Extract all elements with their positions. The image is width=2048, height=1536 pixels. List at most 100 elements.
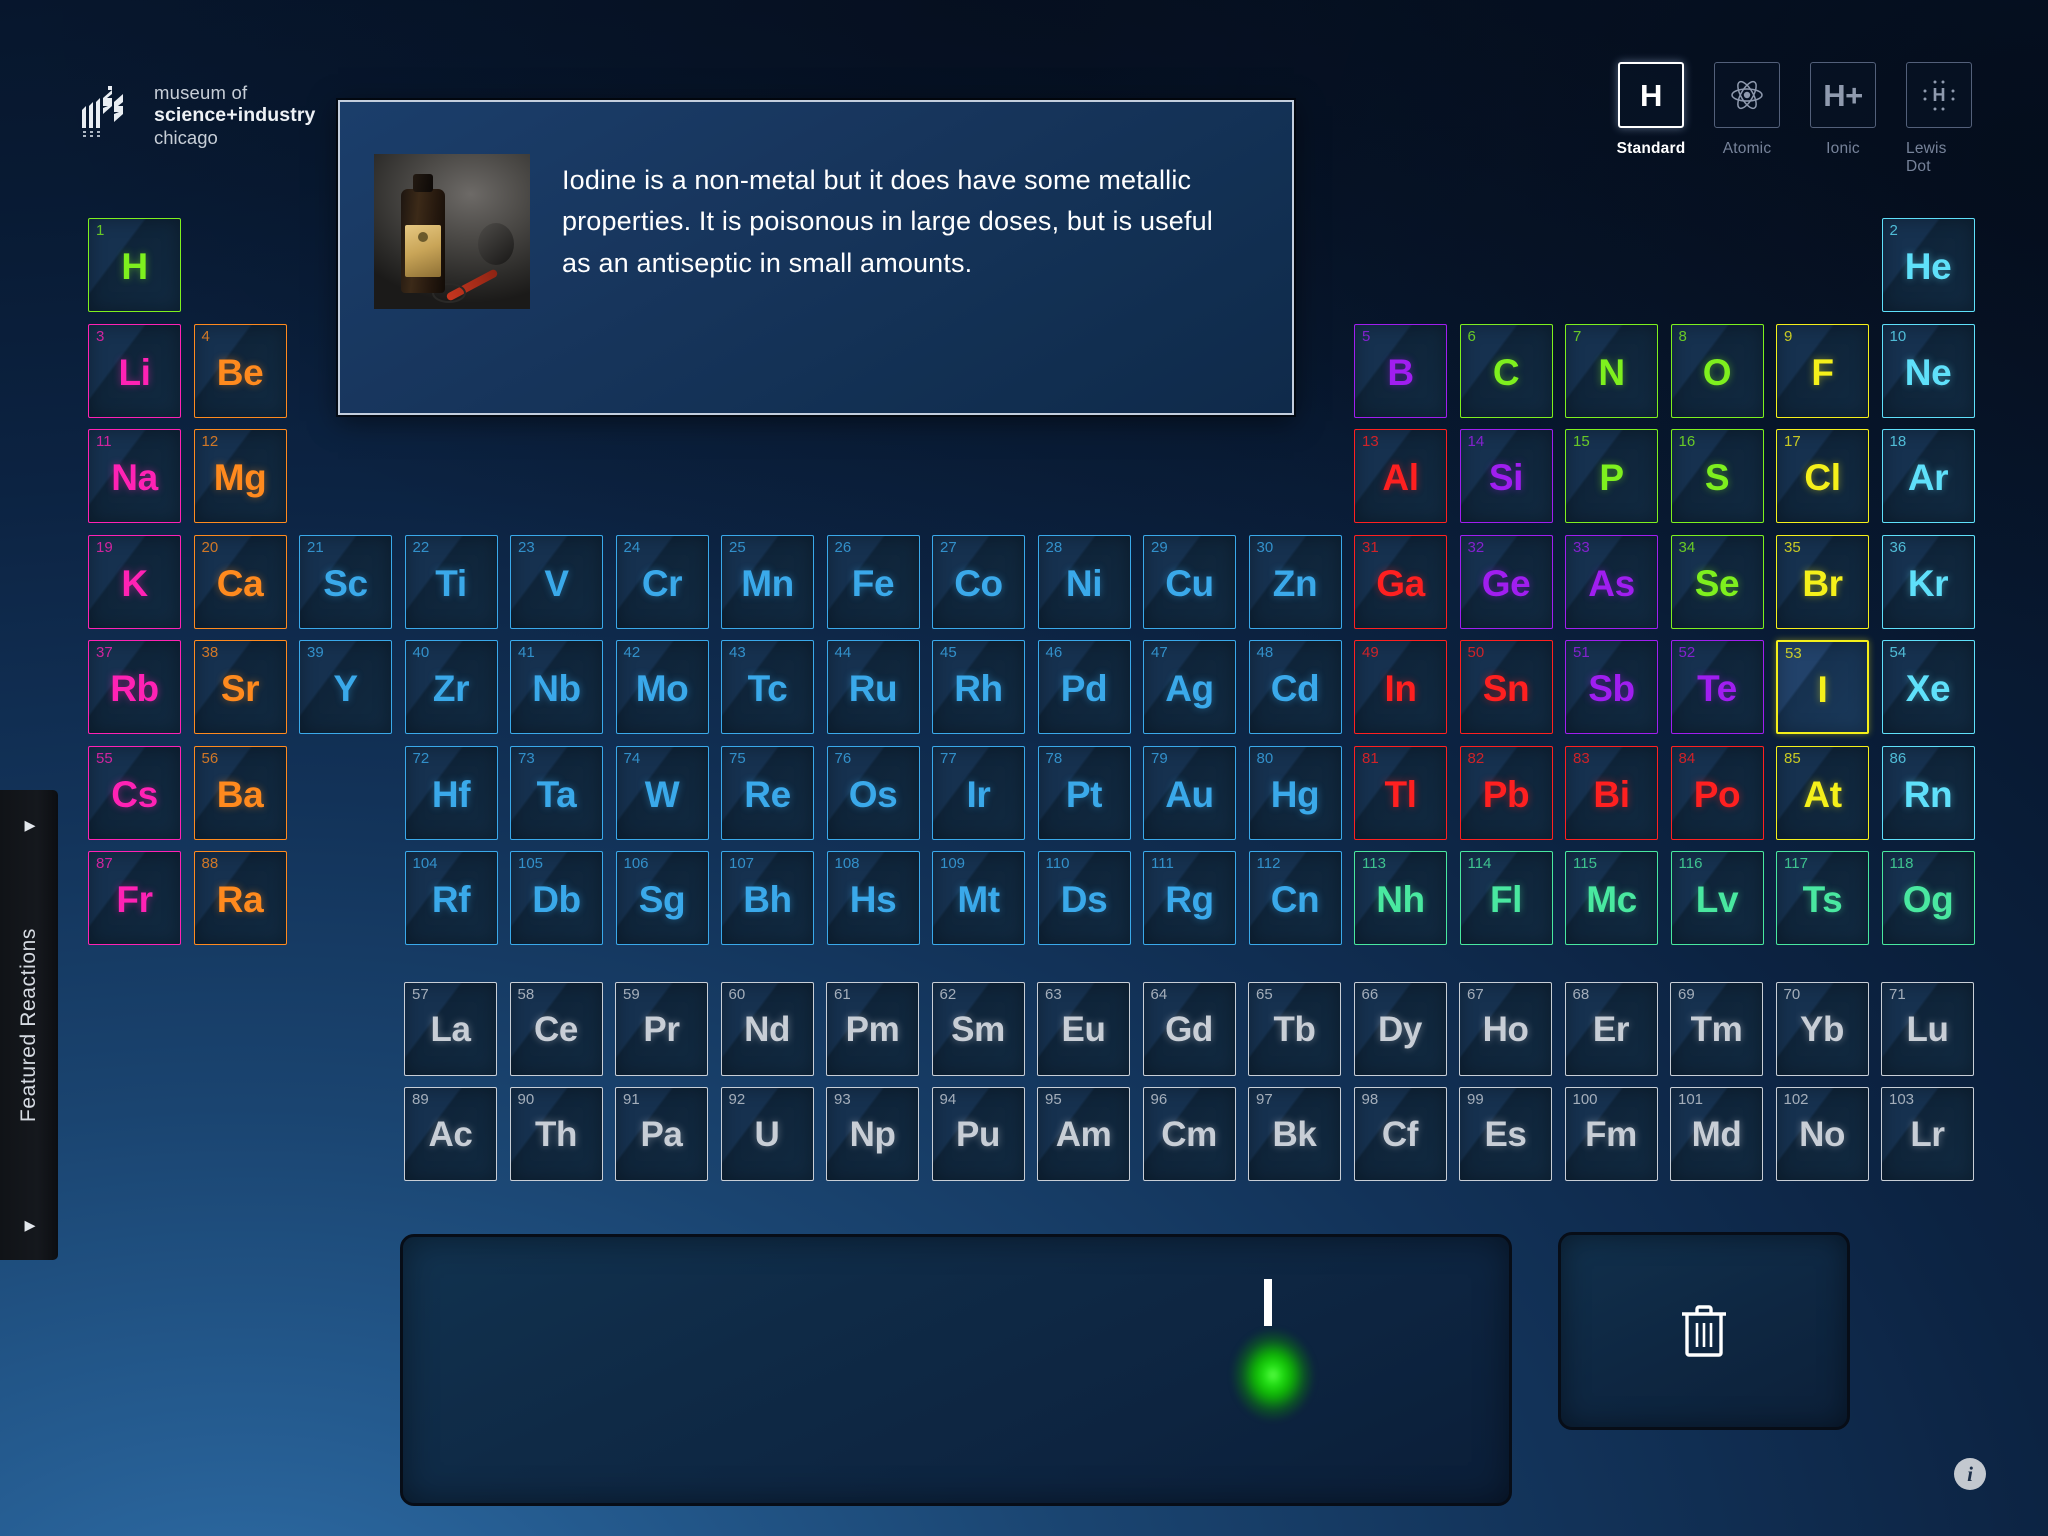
element-cell-Si[interactable]: 14 Si: [1459, 429, 1553, 523]
element-cell-Pt[interactable]: 78 Pt: [1037, 745, 1131, 840]
element-cell-No[interactable]: 102 No: [1775, 1087, 1869, 1181]
element-cell-Nd[interactable]: 60 Nd: [720, 982, 814, 1076]
element-cell-Mt[interactable]: 109 Mt: [932, 851, 1025, 945]
element-cell-Yb[interactable]: 70 Yb: [1775, 982, 1869, 1076]
element-cell-Pm[interactable]: 61 Pm: [826, 982, 919, 1076]
element-cell-Ce[interactable]: 58 Ce: [509, 982, 603, 1076]
element-cell-Zr[interactable]: 40 Zr: [404, 640, 498, 734]
element-cell-Kr[interactable]: 36 Kr: [1881, 534, 1975, 629]
element-cell-H[interactable]: 1H: [88, 218, 181, 312]
element-cell-Ti[interactable]: 22 Ti: [404, 534, 498, 629]
element-cell-Os[interactable]: 76 Os: [826, 745, 920, 840]
element-cell-Ga[interactable]: 31 Ga: [1354, 534, 1447, 629]
element-cell-B[interactable]: 5B: [1354, 323, 1447, 418]
mode-lewis-dot[interactable]: H Lewis Dot: [1906, 62, 1972, 176]
mode-atomic[interactable]: Atomic: [1714, 62, 1780, 176]
mode-standard[interactable]: H Standard: [1617, 62, 1685, 176]
element-cell-Sm[interactable]: 62 Sm: [931, 982, 1025, 1076]
element-cell-Fr[interactable]: 87 Fr: [88, 851, 181, 945]
element-cell-Cd[interactable]: 48 Cd: [1248, 640, 1342, 734]
element-cell-Cm[interactable]: 96 Cm: [1142, 1087, 1236, 1181]
element-cell-Eu[interactable]: 63 Eu: [1037, 982, 1130, 1076]
element-cell-At[interactable]: 85 At: [1776, 745, 1869, 840]
element-cell-Fl[interactable]: 114 Fl: [1459, 851, 1553, 945]
element-cell-S[interactable]: 16 S: [1670, 429, 1764, 523]
element-cell-Ds[interactable]: 110 Ds: [1037, 851, 1131, 945]
element-cell-Ag[interactable]: 47 Ag: [1143, 640, 1236, 734]
element-cell-Rf[interactable]: 104 Rf: [404, 851, 498, 945]
element-cell-Lu[interactable]: 71 Lu: [1881, 982, 1974, 1076]
element-cell-Rn[interactable]: 86 Rn: [1881, 745, 1975, 840]
element-cell-Re[interactable]: 75 Re: [721, 745, 814, 840]
element-cell-Sg[interactable]: 106 Sg: [615, 851, 709, 945]
element-cell-Xe[interactable]: 54 Xe: [1881, 640, 1975, 734]
element-cell-Na[interactable]: 11 Na: [88, 429, 181, 523]
element-cell-W[interactable]: 74 W: [615, 745, 709, 840]
element-cell-Am[interactable]: 95 Am: [1037, 1087, 1130, 1181]
element-cell-Ts[interactable]: 117 Ts: [1776, 851, 1869, 945]
element-cell-Ru[interactable]: 44 Ru: [826, 640, 920, 734]
element-cell-Sc[interactable]: 21 Sc: [299, 534, 392, 629]
clear-tray-button[interactable]: [1558, 1232, 1850, 1430]
element-cell-In[interactable]: 49 In: [1354, 640, 1447, 734]
element-cell-Og[interactable]: 118 Og: [1881, 851, 1975, 945]
element-cell-F[interactable]: 9F: [1776, 323, 1869, 418]
element-cell-Tc[interactable]: 43 Tc: [721, 640, 814, 734]
element-cell-Db[interactable]: 105 Db: [510, 851, 603, 945]
element-cell-Te[interactable]: 52 Te: [1670, 640, 1764, 734]
element-cell-Np[interactable]: 93 Np: [826, 1087, 919, 1181]
element-cell-Fe[interactable]: 26 Fe: [826, 534, 920, 629]
element-cell-Bk[interactable]: 97 Bk: [1248, 1087, 1341, 1181]
expand-arrow-bottom-icon[interactable]: ▸: [24, 1213, 35, 1236]
element-cell-V[interactable]: 23 V: [510, 534, 603, 629]
featured-reactions-tab[interactable]: ▸ Featured Reactions ▸: [0, 790, 58, 1260]
element-cell-La[interactable]: 57 La: [404, 982, 497, 1076]
element-cell-Sn[interactable]: 50 Sn: [1459, 640, 1553, 734]
element-cell-Ca[interactable]: 20 Ca: [193, 534, 287, 629]
element-cell-Rb[interactable]: 37 Rb: [88, 640, 181, 734]
reaction-tray[interactable]: [400, 1234, 1512, 1506]
element-cell-Hs[interactable]: 108 Hs: [826, 851, 920, 945]
element-cell-Po[interactable]: 84 Po: [1670, 745, 1764, 840]
info-button[interactable]: i: [1954, 1458, 1986, 1490]
element-cell-He[interactable]: 2 He: [1881, 218, 1975, 312]
element-cell-Cr[interactable]: 24 Cr: [615, 534, 709, 629]
element-cell-Nb[interactable]: 41 Nb: [510, 640, 603, 734]
element-cell-Se[interactable]: 34 Se: [1670, 534, 1764, 629]
element-cell-P[interactable]: 15 P: [1565, 429, 1658, 523]
element-cell-Ta[interactable]: 73 Ta: [510, 745, 603, 840]
element-cell-Tl[interactable]: 81 Tl: [1354, 745, 1447, 840]
element-cell-Gd[interactable]: 64 Gd: [1142, 982, 1236, 1076]
element-cell-N[interactable]: 7N: [1565, 323, 1658, 418]
element-cell-Pb[interactable]: 82 Pb: [1459, 745, 1553, 840]
element-cell-Mc[interactable]: 115 Mc: [1565, 851, 1658, 945]
element-cell-Tm[interactable]: 69 Tm: [1670, 982, 1763, 1076]
element-cell-Be[interactable]: 4 Be: [193, 323, 287, 418]
element-cell-Es[interactable]: 99 Es: [1459, 1087, 1552, 1181]
element-cell-Zn[interactable]: 30 Zn: [1248, 534, 1342, 629]
element-cell-Cl[interactable]: 17 Cl: [1776, 429, 1869, 523]
element-cell-Co[interactable]: 27 Co: [932, 534, 1025, 629]
element-cell-Li[interactable]: 3 Li: [88, 323, 181, 418]
expand-arrow-top-icon[interactable]: ▸: [24, 814, 35, 836]
element-cell-Mn[interactable]: 25 Mn: [721, 534, 814, 629]
element-cell-Ir[interactable]: 77 Ir: [932, 745, 1025, 840]
element-cell-I[interactable]: 53 I: [1776, 640, 1869, 734]
element-cell-Fm[interactable]: 100 Fm: [1564, 1087, 1658, 1181]
element-cell-Sb[interactable]: 51 Sb: [1565, 640, 1658, 734]
element-cell-Y[interactable]: 39 Y: [299, 640, 392, 734]
element-cell-Er[interactable]: 68 Er: [1564, 982, 1658, 1076]
element-cell-Rg[interactable]: 111 Rg: [1143, 851, 1236, 945]
element-cell-Br[interactable]: 35 Br: [1776, 534, 1869, 629]
element-cell-Tb[interactable]: 65 Tb: [1248, 982, 1341, 1076]
element-cell-Ne[interactable]: 10 Ne: [1881, 323, 1975, 418]
element-cell-O[interactable]: 8O: [1670, 323, 1764, 418]
element-cell-C[interactable]: 6C: [1459, 323, 1553, 418]
element-cell-Pd[interactable]: 46 Pd: [1037, 640, 1131, 734]
element-cell-Bi[interactable]: 83 Bi: [1565, 745, 1658, 840]
element-cell-Pa[interactable]: 91 Pa: [615, 1087, 708, 1181]
element-cell-Bh[interactable]: 107 Bh: [721, 851, 814, 945]
element-cell-Mg[interactable]: 12 Mg: [193, 429, 287, 523]
element-cell-Cs[interactable]: 55 Cs: [88, 745, 181, 840]
element-cell-Sr[interactable]: 38 Sr: [193, 640, 287, 734]
